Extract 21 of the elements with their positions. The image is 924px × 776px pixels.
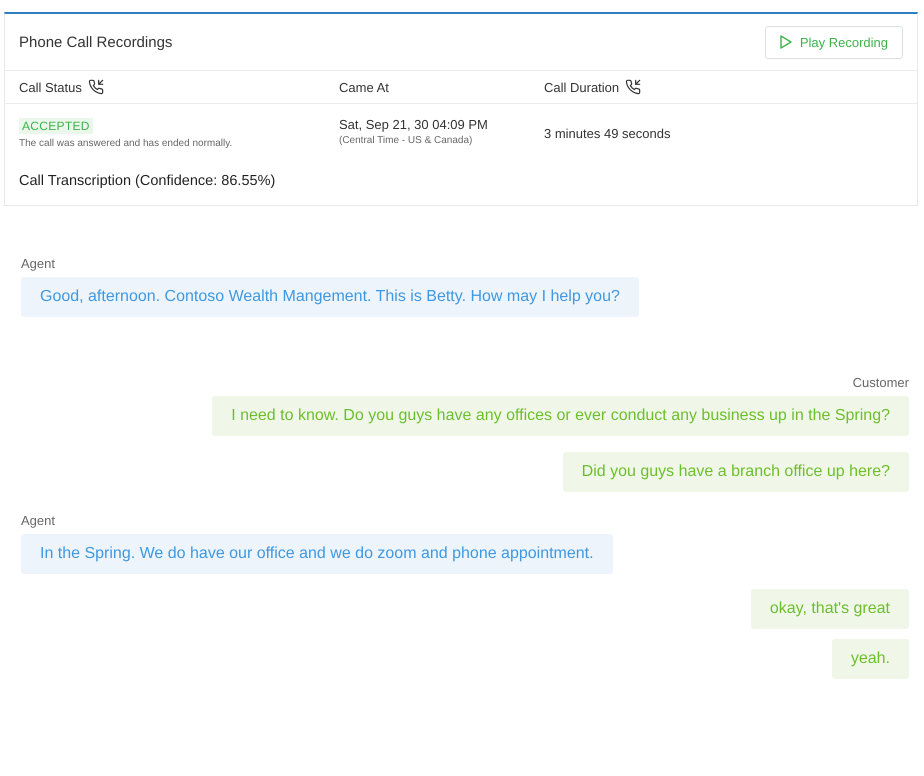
message-bubble: Good, afternoon. Contoso Wealth Mangement. This is Betty. How may I help you?: [21, 277, 639, 317]
message-bubble: Did you guys have a branch office up here?: [562, 452, 909, 492]
transcription-title: Call Transcription (Confidence: 86.55%): [18, 172, 276, 191]
message-bubble: yeah.: [832, 639, 909, 679]
message-bubble: In the Spring. We do have our office and we do zoom and phone appointment.: [21, 534, 613, 574]
speaker-label: Customer: [852, 375, 909, 390]
play-recording-button[interactable]: Play Recording: [764, 26, 903, 58]
call-date: Sat, Sep 21, 30 04:09 PM: [339, 117, 489, 132]
speaker-label: Agent: [21, 256, 55, 271]
message-bubble: okay, that's great: [750, 589, 909, 629]
message-bubble: I need to know. Do you guys have any offices or ever conduct any business up in the Spring?: [212, 396, 909, 436]
speaker-label: Agent: [21, 513, 55, 528]
play-icon: [780, 35, 792, 49]
column-header: Came At: [339, 80, 389, 94]
time-zone: (Central Time - US & Canada): [339, 135, 474, 146]
card-title: Phone Call Recordings: [19, 34, 172, 50]
status-note: The call was answered and has ended normally.: [19, 138, 234, 149]
call-duration: 3 minutes 49 seconds: [544, 126, 672, 141]
column-header: Call Status: [19, 80, 82, 94]
status-badge: ACCEPTED: [19, 118, 93, 134]
column-header: Call Duration: [544, 80, 620, 94]
